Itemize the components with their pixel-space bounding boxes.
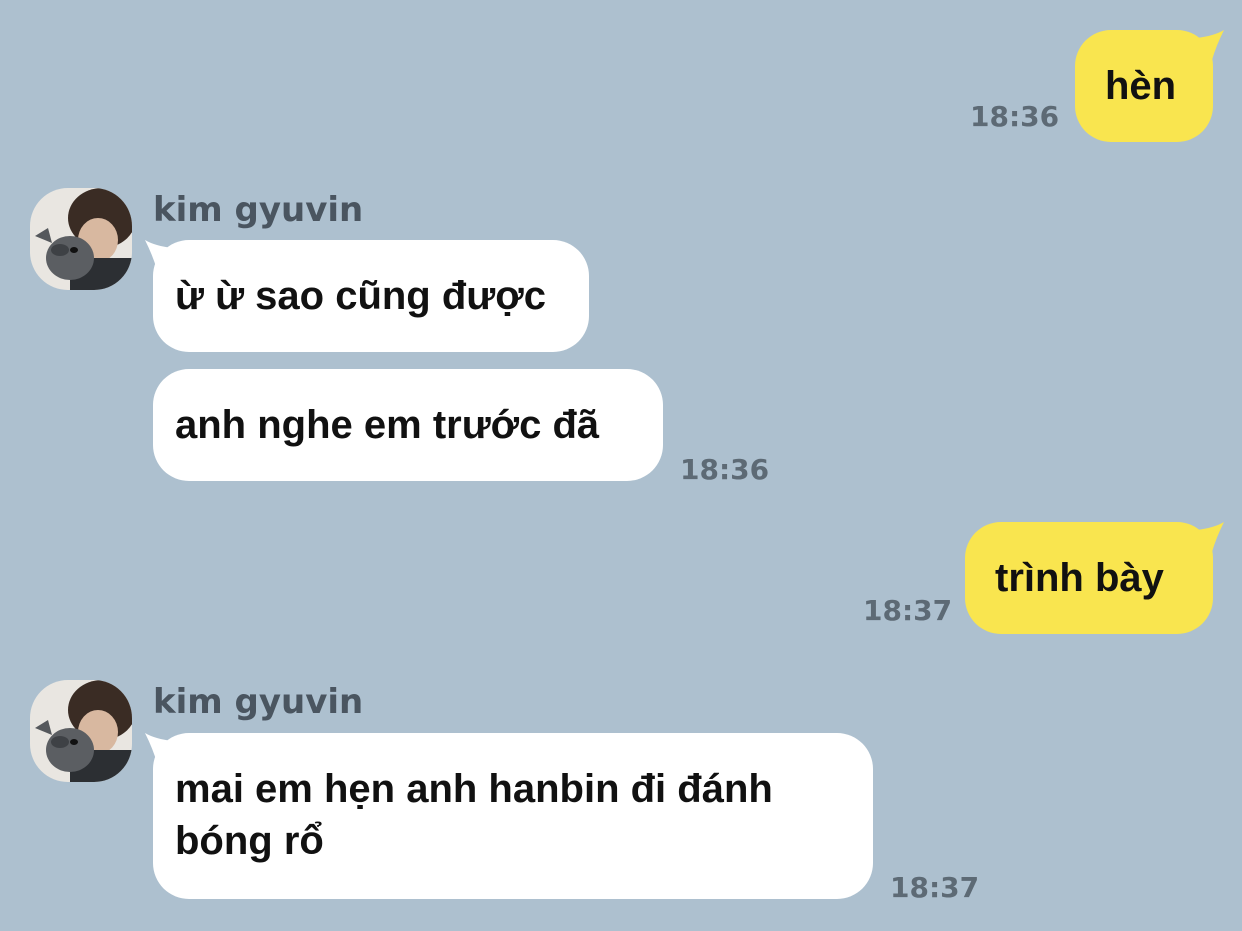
avatar[interactable] xyxy=(30,680,132,782)
incoming-message-bubble[interactable]: mai em hẹn anh hanbin đi đánh bóng rổ xyxy=(153,733,873,899)
outgoing-message-bubble[interactable]: trình bày xyxy=(965,522,1213,634)
sender-name: kim gyuvin xyxy=(153,190,364,230)
sender-name: kim gyuvin xyxy=(153,682,364,722)
outgoing-message-bubble[interactable]: hèn xyxy=(1075,30,1213,142)
bubble-tail-icon xyxy=(1196,522,1224,552)
message-text: mai em hẹn anh hanbin đi đánh bóng rổ xyxy=(175,767,773,863)
bubble-tail-icon xyxy=(1196,30,1224,60)
incoming-message-bubble[interactable]: ừ ừ sao cũng được xyxy=(153,240,589,352)
message-text: ừ ừ sao cũng được xyxy=(175,274,546,318)
incoming-message-bubble[interactable]: anh nghe em trước đã xyxy=(153,369,663,481)
message-timestamp: 18:36 xyxy=(970,100,1060,133)
avatar[interactable] xyxy=(30,188,132,290)
message-timestamp: 18:37 xyxy=(863,594,953,627)
message-text: trình bày xyxy=(995,556,1164,600)
message-timestamp: 18:36 xyxy=(680,453,770,486)
message-timestamp: 18:37 xyxy=(890,871,980,904)
message-text: hèn xyxy=(1105,64,1177,108)
message-text: anh nghe em trước đã xyxy=(175,403,600,447)
